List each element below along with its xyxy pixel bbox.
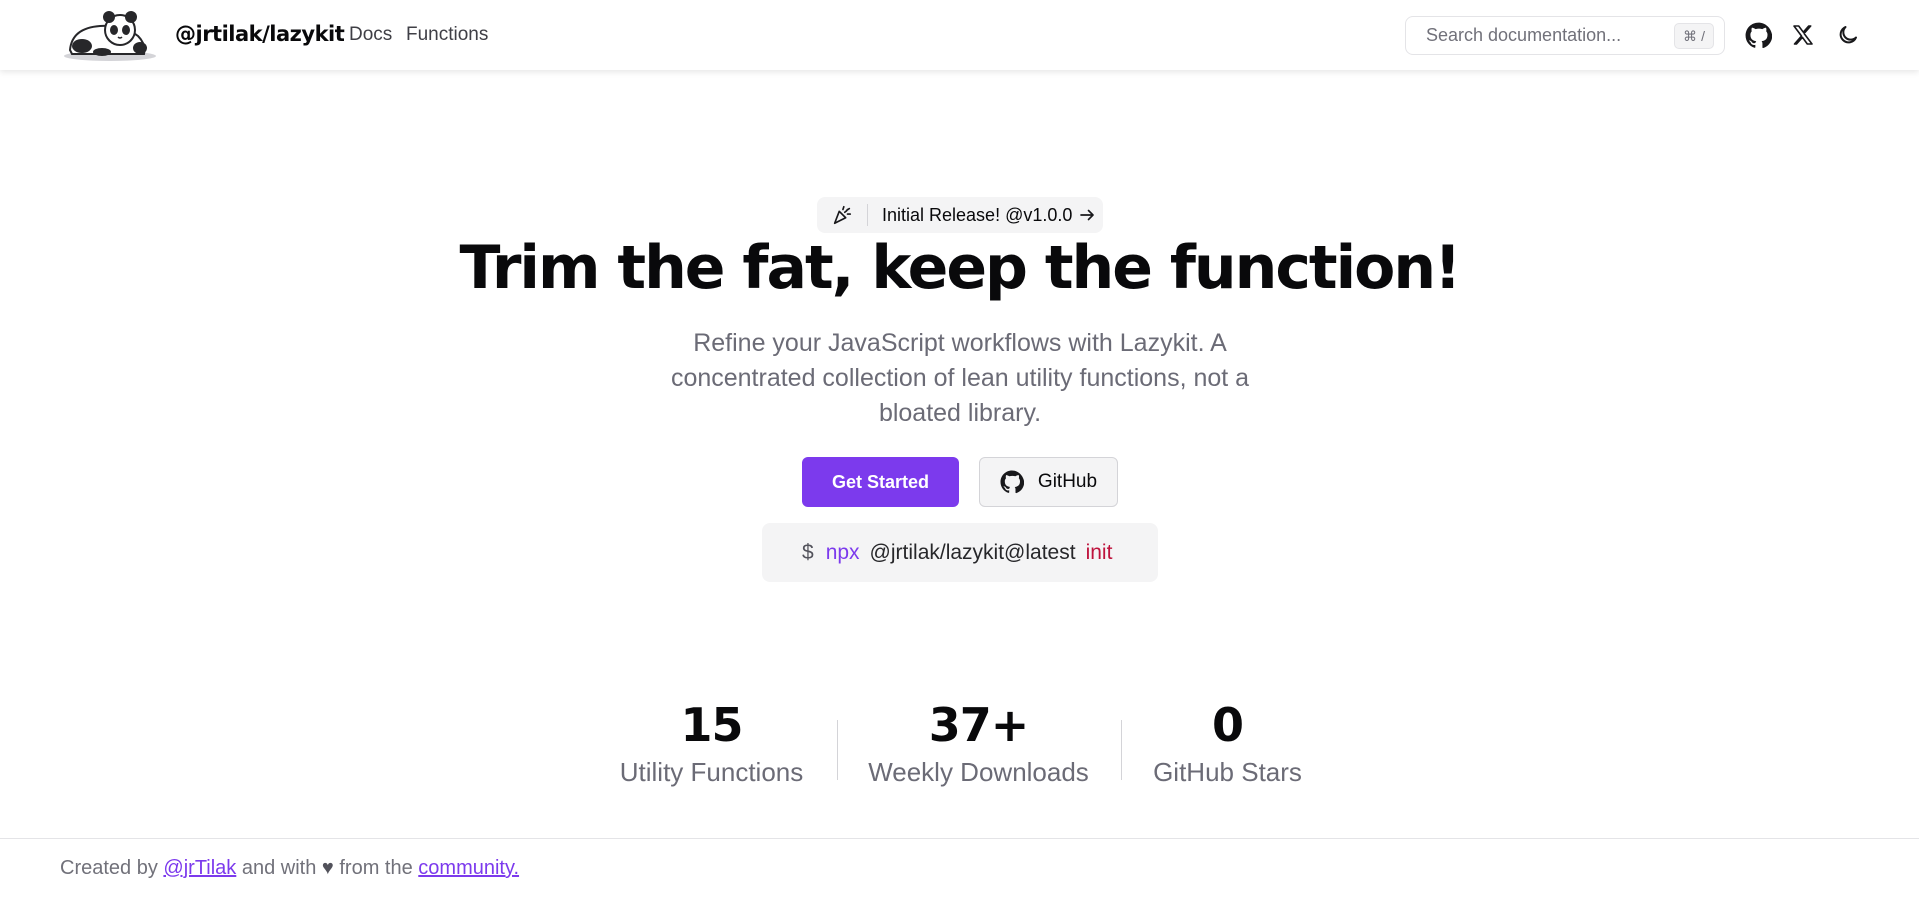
search-placeholder: Search documentation... xyxy=(1426,25,1622,45)
stat-utility-functions: 15 Utility Functions xyxy=(600,695,823,788)
author-link[interactable]: @jrTilak xyxy=(163,857,236,879)
stat-value: 15 xyxy=(680,698,743,752)
panda-logo[interactable] xyxy=(60,6,160,62)
community-link[interactable]: community. xyxy=(418,857,519,879)
github-icon[interactable] xyxy=(1743,20,1773,50)
command-prompt: $ xyxy=(802,540,814,564)
stat-label: Weekly Downloads xyxy=(868,757,1089,787)
command-tool: npx xyxy=(825,540,860,564)
party-popper-icon xyxy=(833,205,852,225)
github-button-label: GitHub xyxy=(1037,471,1098,492)
stat-divider xyxy=(1121,720,1122,780)
get-started-button[interactable]: Get Started xyxy=(802,457,959,507)
stat-value: 37+ xyxy=(928,698,1030,752)
stat-label: Utility Functions xyxy=(619,757,804,787)
footer-credits: Created by @jrTilak and with ♥ from the … xyxy=(60,857,520,879)
stat-value: 0 xyxy=(1211,698,1244,752)
search-shortcut: ⌘ / xyxy=(1674,23,1714,49)
site-header: @jrtilak/lazykit Docs Functions Search d… xyxy=(0,0,1919,70)
hero-subtitle: Refine your JavaScript workflows with La… xyxy=(670,329,1250,427)
search-input[interactable]: Search documentation... ⌘ / xyxy=(1405,16,1725,55)
badge-divider xyxy=(867,204,868,226)
command-arg: init xyxy=(1085,540,1113,564)
stat-label: GitHub Stars xyxy=(1153,757,1302,787)
stat-github-stars: 0 GitHub Stars xyxy=(1140,695,1315,788)
nav-docs[interactable]: Docs xyxy=(349,24,392,46)
heart-icon: ♥ xyxy=(321,857,334,879)
stat-weekly-downloads: 37+ Weekly Downloads xyxy=(858,695,1099,788)
site-footer: Created by @jrTilak and with ♥ from the … xyxy=(0,838,1919,910)
moon-icon[interactable] xyxy=(1833,20,1863,50)
x-icon[interactable] xyxy=(1788,20,1818,50)
arrow-right-icon xyxy=(1080,209,1095,221)
badge-label: Initial Release! @v1.0.0 xyxy=(882,204,1073,225)
stat-divider xyxy=(837,720,838,780)
github-icon xyxy=(1000,470,1024,494)
command-package: @jrtilak/lazykit@latest xyxy=(869,540,1076,564)
nav-functions[interactable]: Functions xyxy=(406,24,488,46)
install-command[interactable]: $ npx @jrtilak/lazykit@latest init xyxy=(762,523,1158,582)
hero-title: Trim the fat, keep the function! xyxy=(459,233,1462,303)
github-button[interactable]: GitHub xyxy=(979,457,1118,507)
release-badge[interactable]: Initial Release! @v1.0.0 xyxy=(817,197,1103,233)
brand-name[interactable]: @jrtilak/lazykit xyxy=(175,22,345,46)
